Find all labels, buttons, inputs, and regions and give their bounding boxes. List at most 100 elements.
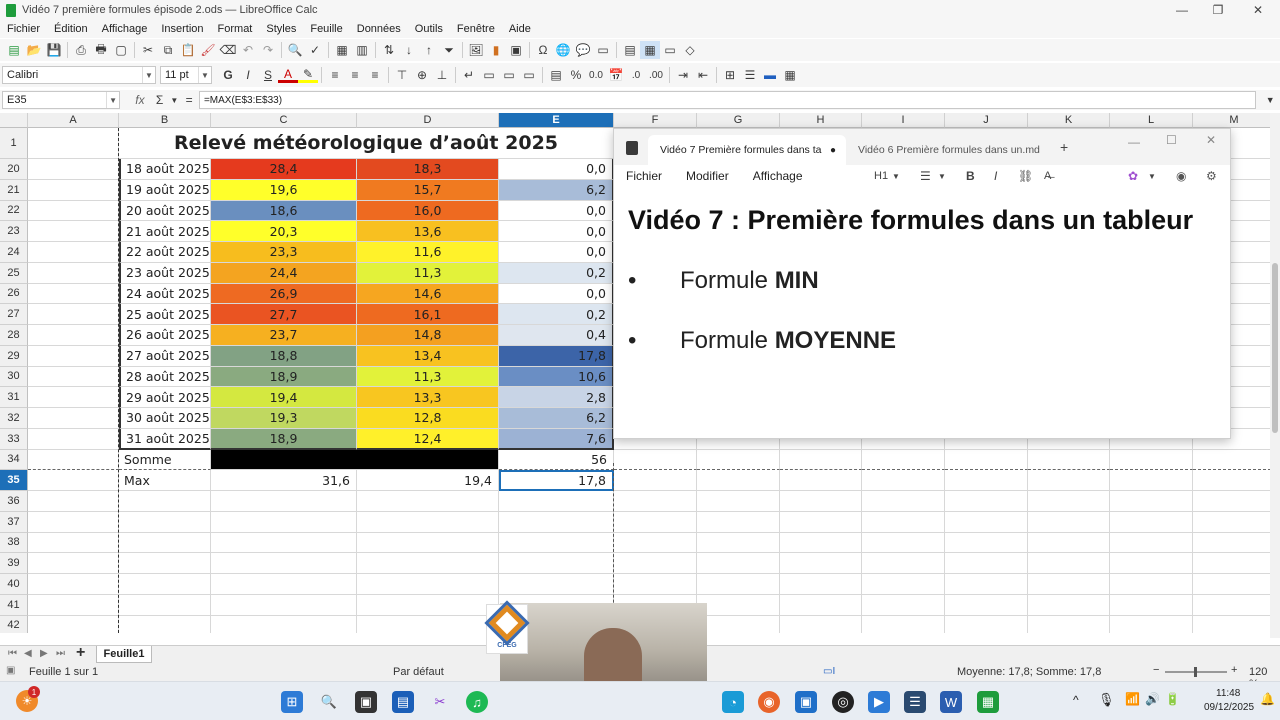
column-header-i[interactable]: I	[862, 113, 945, 128]
cell-empty[interactable]	[1028, 491, 1110, 512]
column-header-g[interactable]: G	[697, 113, 780, 128]
max-temp-cell[interactable]: 24,4	[211, 262, 357, 284]
cell-empty[interactable]	[780, 449, 862, 471]
menu-feuille[interactable]: Feuille	[303, 23, 349, 35]
special-character-icon[interactable]: Ω	[533, 41, 553, 59]
cell-empty[interactable]	[945, 511, 1028, 533]
cell-empty[interactable]	[119, 615, 211, 633]
rain-cell[interactable]: 0,2	[499, 262, 614, 284]
column-header-b[interactable]: B	[119, 113, 211, 128]
row-header[interactable]: 24	[0, 242, 28, 263]
date-cell[interactable]: 27 août 2025	[119, 345, 211, 367]
cell-empty[interactable]	[28, 283, 119, 305]
max-temp-cell[interactable]: 18,9	[211, 366, 357, 388]
camera-app-icon[interactable]: ▶	[868, 691, 890, 713]
cell-empty[interactable]	[28, 449, 119, 471]
max-temp-cell[interactable]: 23,3	[211, 242, 357, 263]
name-box[interactable]: E35 ▼	[2, 91, 121, 109]
max-temp-cell[interactable]: 18,8	[211, 345, 357, 367]
link-icon[interactable]: ⛓	[1018, 169, 1033, 183]
underline-button[interactable]: S	[258, 66, 278, 84]
date-cell[interactable]: 18 août 2025	[119, 159, 211, 180]
rain-cell[interactable]: 0,0	[499, 283, 614, 305]
rain-cell[interactable]: 7,6	[499, 428, 614, 450]
cell-empty[interactable]	[614, 449, 697, 471]
bold-icon[interactable]: B	[966, 169, 975, 183]
min-temp-cell[interactable]: 14,8	[357, 325, 499, 346]
cell-empty[interactable]	[780, 491, 862, 512]
cell-empty[interactable]	[862, 470, 945, 491]
align-right-icon[interactable]: ≡	[365, 66, 385, 84]
cell-empty[interactable]	[28, 532, 119, 554]
italic-button[interactable]: I	[238, 66, 258, 84]
sort-ascending-icon[interactable]: ↓	[399, 41, 419, 59]
unmerge-cells-icon[interactable]: ▭	[519, 66, 539, 84]
row-header[interactable]: 38	[0, 532, 28, 554]
min-temp-cell[interactable]: 11,3	[357, 366, 499, 388]
clear-formatting-icon[interactable]: ⌫	[218, 41, 238, 59]
notepad-menu-affichage[interactable]: Affichage	[753, 169, 803, 183]
cell-empty[interactable]	[697, 532, 780, 554]
cell-empty[interactable]	[1193, 616, 1270, 634]
snipping-tool-icon[interactable]: ✂	[429, 691, 451, 713]
cell-empty[interactable]	[1110, 594, 1193, 616]
cell-empty[interactable]	[28, 221, 119, 242]
notepad-menu-fichier[interactable]: Fichier	[626, 169, 662, 183]
cell-empty[interactable]	[28, 200, 119, 222]
min-temp-cell[interactable]: 11,3	[357, 262, 499, 284]
max-temp-cell[interactable]: 19,4	[211, 387, 357, 408]
cell-empty[interactable]	[1110, 449, 1193, 471]
font-size-combo[interactable]: 11 pt ▼	[160, 66, 212, 84]
cell-empty[interactable]	[697, 470, 780, 491]
column-header-k[interactable]: K	[1028, 113, 1110, 128]
cell-empty[interactable]	[28, 553, 119, 574]
date-cell[interactable]: 28 août 2025	[119, 366, 211, 388]
undo-icon[interactable]: ↶	[238, 41, 258, 59]
vertical-scrollbar[interactable]	[1270, 113, 1280, 638]
min-temp-cell[interactable]: 13,6	[357, 221, 499, 242]
cell-empty[interactable]	[1028, 449, 1110, 471]
max-label[interactable]: Max	[119, 470, 211, 491]
max-value-d[interactable]: 19,4	[357, 470, 499, 491]
cell-empty[interactable]	[357, 491, 499, 512]
cell-empty[interactable]	[614, 532, 697, 554]
date-cell[interactable]: 19 août 2025	[119, 179, 211, 201]
row-header[interactable]: 41	[0, 594, 28, 616]
battery-icon[interactable]: 🔋	[1165, 692, 1180, 706]
cell-empty[interactable]	[862, 553, 945, 574]
cell-empty[interactable]	[697, 449, 780, 471]
max-temp-cell[interactable]: 19,3	[211, 408, 357, 429]
comment-icon[interactable]: 💬	[573, 41, 593, 59]
cell-empty[interactable]	[780, 615, 862, 633]
insert-chart-icon[interactable]: ▮	[486, 41, 506, 59]
cell-empty[interactable]	[119, 491, 211, 512]
cell-empty[interactable]	[697, 615, 780, 633]
rain-cell[interactable]: 0,2	[499, 304, 614, 325]
column-header-m[interactable]: M	[1193, 113, 1270, 128]
clock-date[interactable]: 09/12/2025	[1204, 702, 1254, 713]
cell-empty[interactable]	[28, 242, 119, 263]
rain-cell[interactable]: 17,8	[499, 345, 614, 367]
cell-empty[interactable]	[1028, 470, 1110, 491]
cell-empty[interactable]	[697, 491, 780, 512]
next-sheet-icon[interactable]: ▶	[40, 648, 48, 659]
border-color-icon[interactable]: ▬	[760, 66, 780, 84]
selection-mode-icon[interactable]: ▭I	[823, 666, 835, 677]
close-icon[interactable]: ✕	[1206, 133, 1216, 147]
min-temp-cell[interactable]: 14,6	[357, 283, 499, 305]
cell-empty[interactable]	[1110, 553, 1193, 574]
cell-empty[interactable]	[1193, 491, 1270, 512]
italic-icon[interactable]: I	[994, 169, 997, 183]
hyperlink-icon[interactable]: 🌐	[553, 41, 573, 59]
row-header[interactable]: 40	[0, 574, 28, 595]
cell-empty[interactable]	[862, 491, 945, 512]
autofilter-icon[interactable]: ⏷	[439, 41, 459, 59]
rain-cell[interactable]: 0,0	[499, 200, 614, 222]
chevron-down-icon[interactable]: ▼	[142, 67, 155, 83]
rain-cell[interactable]: 6,2	[499, 179, 614, 201]
last-sheet-icon[interactable]: ⏭	[56, 648, 65, 659]
obs-icon[interactable]: ◎	[832, 691, 854, 713]
sum-black-cell[interactable]	[211, 449, 499, 471]
menu-fenetre[interactable]: Fenêtre	[450, 23, 502, 35]
cell-empty[interactable]	[1193, 470, 1270, 491]
